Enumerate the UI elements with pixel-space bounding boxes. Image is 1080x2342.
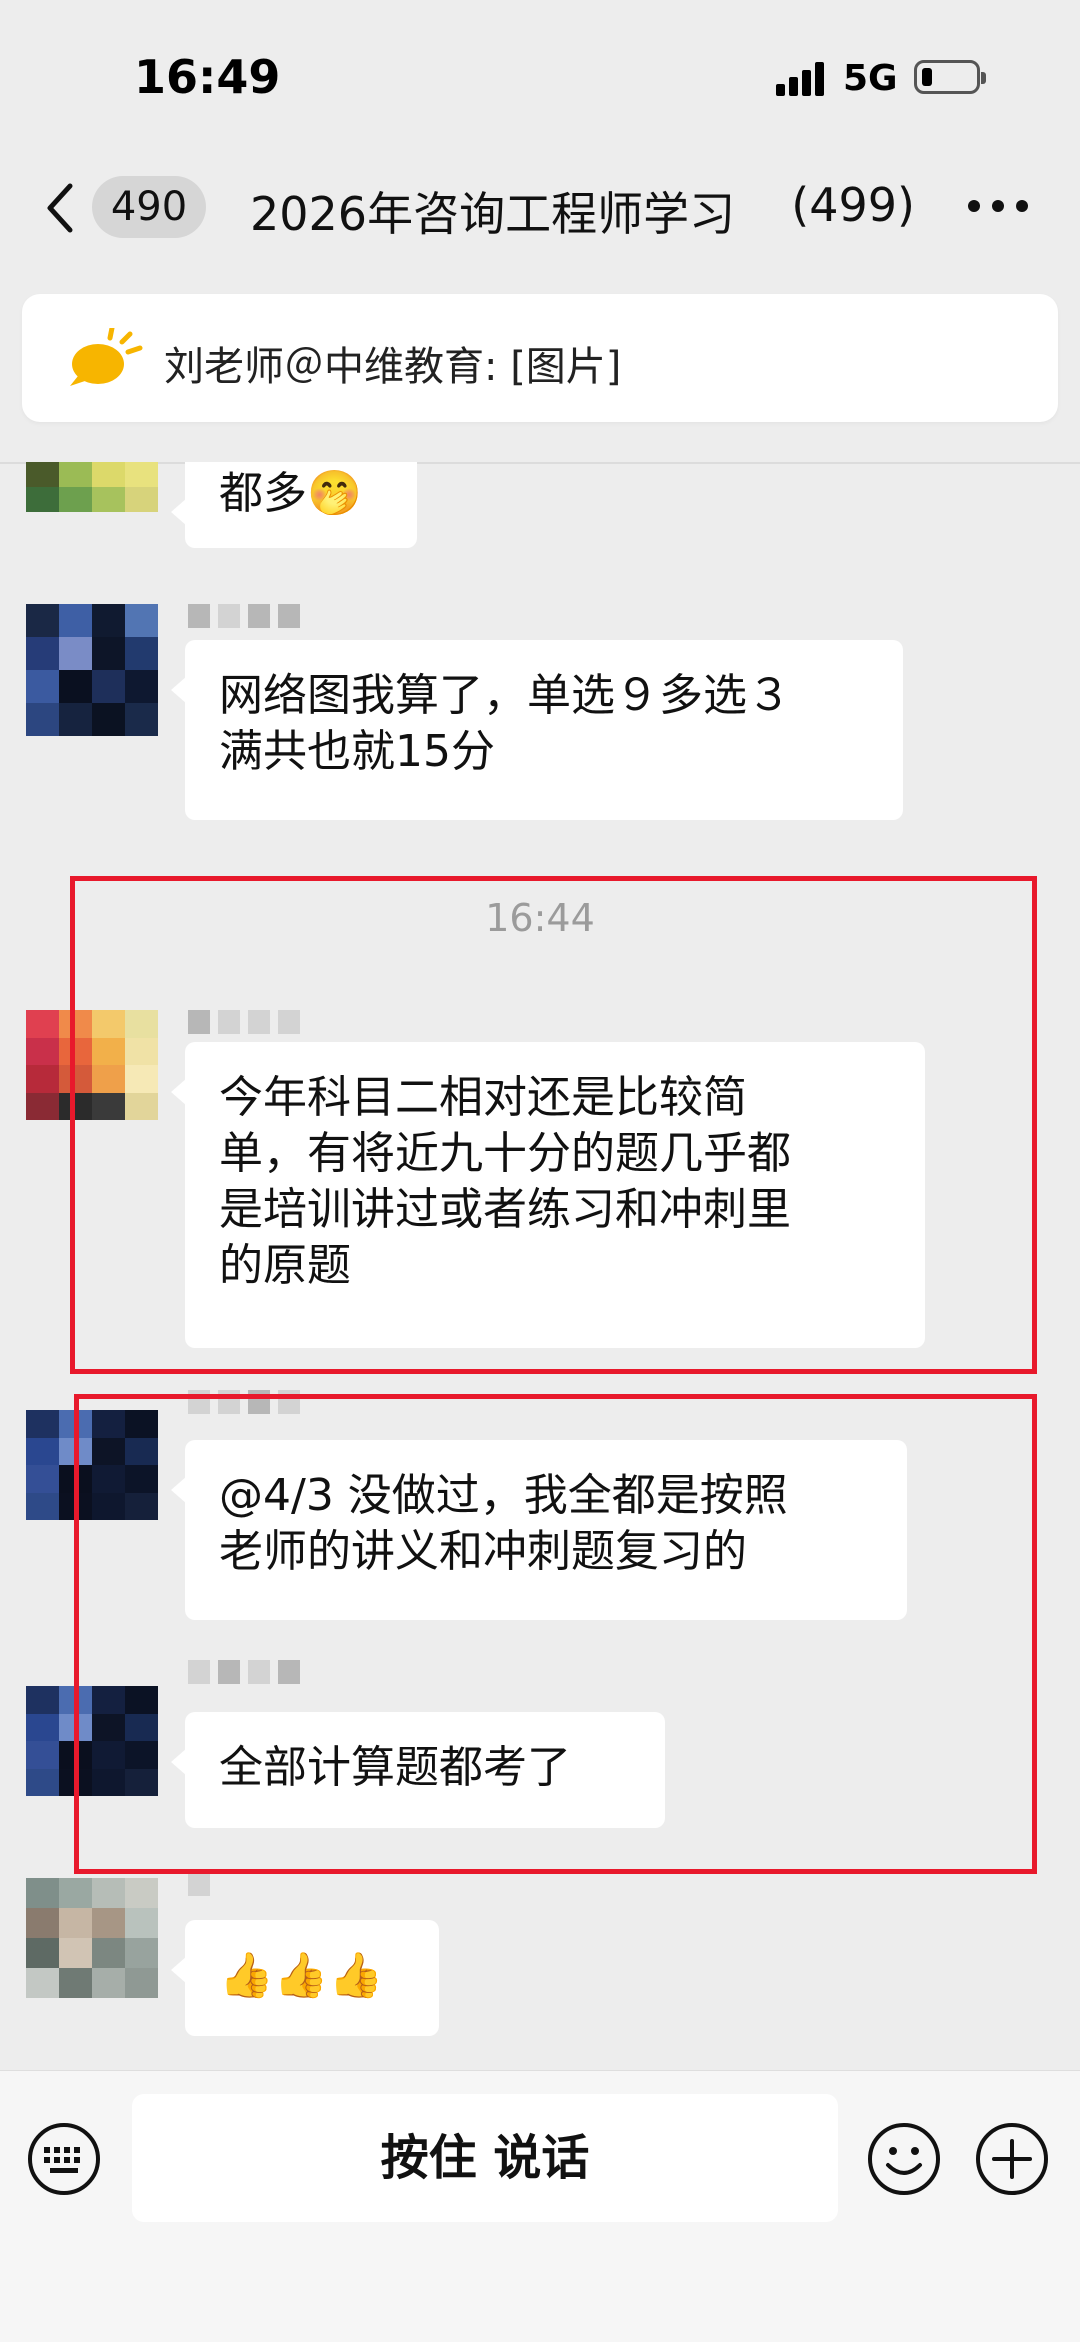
network-type: 5G [843,58,898,99]
message-bubble[interactable]: 全部计算题都考了 [171,1712,665,1828]
message-bubble[interactable]: @4/3 没做过，我全都是按照 老师的讲义和冲刺题复习的 [171,1440,907,1620]
message-bubble[interactable]: 👍👍👍 [171,1920,439,2036]
battery-icon [914,60,986,94]
sender-name [188,1872,210,1896]
status-time: 16:49 [134,50,281,104]
avatar[interactable] [26,1410,158,1520]
more-icon[interactable] [968,200,1028,214]
plus-icon[interactable] [974,2121,1050,2197]
avatar[interactable] [26,1010,158,1120]
emoji-icon[interactable] [866,2121,942,2197]
sender-name [188,604,300,628]
hold-to-talk-button[interactable]: 按住 说话 [132,2094,838,2222]
time-separator: 16:44 [485,896,595,940]
announcement-icon [70,328,143,386]
pinned-text: 刘老师＠中维教育: [图片] [164,344,622,390]
message-bubble[interactable]: 网络图我算了，单选９多选３ 满共也就15分 [171,640,903,820]
chat-title: 2026年咨询工程师学习 (499) [250,178,915,244]
sender-name [188,1660,300,1684]
keyboard-icon[interactable] [26,2121,102,2197]
member-count: (499) [791,178,915,232]
avatar[interactable] [26,604,158,736]
message-bubble[interactable]: 今年科目二相对还是比较简 单，有将近九十分的题几乎都 是培训讲过或者练习和冲刺里… [171,1042,925,1348]
unread-badge[interactable]: 490 [92,176,206,238]
chat-title-text: 2026年咨询工程师学习 [250,187,736,241]
divider [0,462,1080,464]
avatar[interactable] [26,1878,158,1998]
message-bubble[interactable]: 都多🤭 [171,462,417,548]
sender-name [188,1390,300,1414]
pinned-notice[interactable]: 刘老师＠中维教育: [图片] [22,294,1058,422]
back-icon[interactable] [40,178,92,238]
avatar[interactable] [26,1686,158,1796]
sender-name [188,1010,300,1034]
signal-icon [776,62,826,96]
avatar[interactable] [26,462,158,512]
